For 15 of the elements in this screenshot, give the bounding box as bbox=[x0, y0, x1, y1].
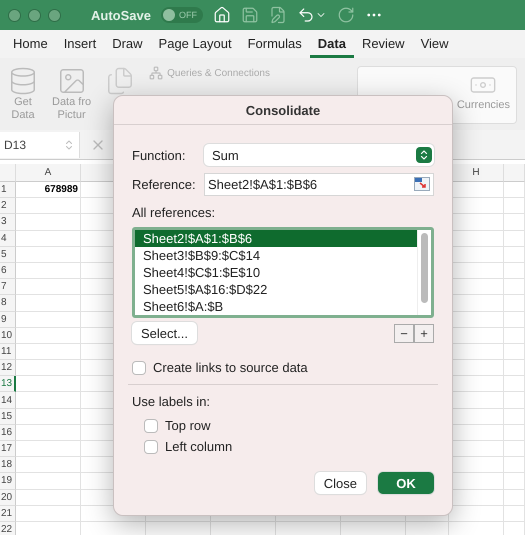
table-cell: 678989 bbox=[16, 182, 81, 198]
get-data-label: Get bbox=[14, 96, 32, 109]
data-from-picture-label: Pictur bbox=[58, 109, 86, 122]
get-data-label: Data bbox=[11, 109, 35, 122]
all-references-label: All references: bbox=[132, 205, 216, 220]
function-label: Function: bbox=[132, 148, 186, 162]
checkbox-label: Create links to source data bbox=[153, 360, 308, 375]
reference-label: Reference: bbox=[132, 177, 197, 192]
data-from-picture-label: Data fro bbox=[52, 96, 92, 109]
checkbox-label: Top row bbox=[165, 418, 211, 433]
dialog-title: Consolidate bbox=[114, 96, 452, 125]
use-labels-label: Use labels in: bbox=[132, 394, 212, 409]
checkbox-label: Left column bbox=[165, 439, 232, 454]
autosave-label: AutoSave bbox=[91, 8, 151, 22]
cell-reference: D13 bbox=[4, 138, 26, 152]
